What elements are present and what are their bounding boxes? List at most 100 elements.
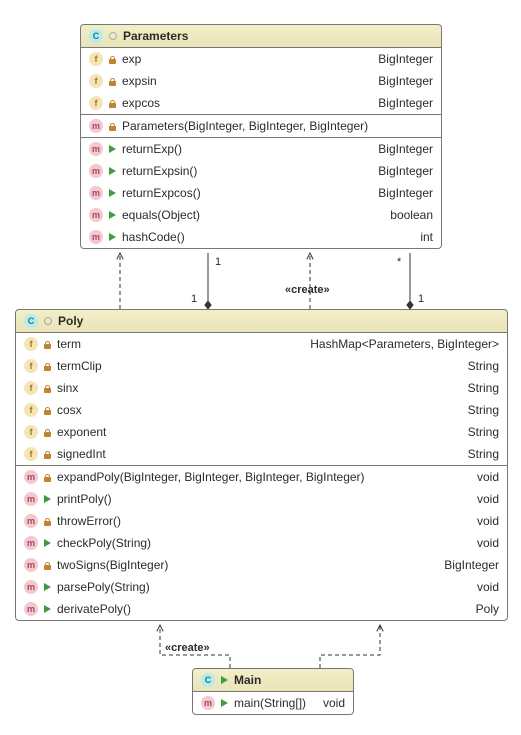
class-poly: C Poly f term HashMap<Parameters, BigInt… xyxy=(15,309,508,621)
public-icon xyxy=(44,495,51,503)
visibility-icon xyxy=(44,317,52,325)
method-row: m expandPoly(BigInteger, BigInteger, Big… xyxy=(16,466,507,488)
public-icon xyxy=(109,233,116,241)
field-row: f expcos BigInteger xyxy=(81,92,441,114)
class-header: C Parameters xyxy=(81,25,441,48)
private-icon xyxy=(44,363,51,370)
method-icon: m xyxy=(89,208,103,222)
dep-create-main-poly xyxy=(160,625,230,668)
constructor-row: m Parameters(BigInteger, BigInteger, Big… xyxy=(81,115,441,137)
field-type: BigInteger xyxy=(163,74,433,88)
class-parameters: C Parameters f exp BigInteger f expsin B… xyxy=(80,24,442,249)
method-sig: equals(Object) xyxy=(122,208,200,222)
method-ret: BigInteger xyxy=(188,142,433,156)
method-icon: m xyxy=(24,536,38,550)
method-icon: m xyxy=(89,142,103,156)
class-header: C Poly xyxy=(16,310,507,333)
private-icon xyxy=(44,518,51,525)
methods-section: m expandPoly(BigInteger, BigInteger, Big… xyxy=(16,466,507,620)
field-name: termClip xyxy=(57,359,102,373)
method-sig: checkPoly(String) xyxy=(57,536,151,550)
method-row: m returnExpcos() BigInteger xyxy=(81,182,441,204)
method-sig: main(String[]) xyxy=(234,696,306,710)
field-name: cosx xyxy=(57,403,82,417)
public-icon xyxy=(109,145,116,153)
class-icon: C xyxy=(201,673,215,687)
method-row: m derivatePoly() Poly xyxy=(16,598,507,620)
field-row: f term HashMap<Parameters, BigInteger> xyxy=(16,333,507,355)
method-row: m returnExpsin() BigInteger xyxy=(81,160,441,182)
methods-section: m main(String[]) void xyxy=(193,692,353,714)
method-icon: m xyxy=(24,470,38,484)
class-icon: C xyxy=(89,29,103,43)
method-ret: void xyxy=(157,536,499,550)
method-icon: m xyxy=(201,696,215,710)
class-main: C Main m main(String[]) void xyxy=(192,668,354,715)
method-ret: void xyxy=(156,580,499,594)
field-row: f signedInt String xyxy=(16,443,507,465)
method-sig: hashCode() xyxy=(122,230,185,244)
class-icon: C xyxy=(24,314,38,328)
field-name: sinx xyxy=(57,381,78,395)
public-icon xyxy=(44,539,51,547)
visibility-icon xyxy=(109,32,117,40)
method-row: m twoSigns(BigInteger) BigInteger xyxy=(16,554,507,576)
private-icon xyxy=(44,341,51,348)
field-type: String xyxy=(112,425,499,439)
method-sig: returnExpsin() xyxy=(122,164,197,178)
method-icon: m xyxy=(24,514,38,528)
private-icon xyxy=(44,474,51,481)
constructors-section: m Parameters(BigInteger, BigInteger, Big… xyxy=(81,115,441,138)
method-sig: returnExpcos() xyxy=(122,186,201,200)
method-ret: BigInteger xyxy=(207,186,433,200)
fields-section: f exp BigInteger f expsin BigInteger f e… xyxy=(81,48,441,115)
field-row: f sinx String xyxy=(16,377,507,399)
field-name: term xyxy=(57,337,81,351)
constructor-sig: Parameters(BigInteger, BigInteger, BigIn… xyxy=(122,119,368,133)
private-icon xyxy=(44,429,51,436)
method-row: m printPoly() void xyxy=(16,488,507,510)
method-sig: throwError() xyxy=(57,514,121,528)
method-ret: boolean xyxy=(206,208,433,222)
method-sig: expandPoly(BigInteger, BigInteger, BigIn… xyxy=(57,470,365,484)
method-icon: m xyxy=(89,164,103,178)
method-row: m equals(Object) boolean xyxy=(81,204,441,226)
field-row: f exp BigInteger xyxy=(81,48,441,70)
field-type: String xyxy=(112,447,499,461)
field-type: BigInteger xyxy=(166,96,433,110)
method-icon: m xyxy=(89,119,103,133)
method-sig: twoSigns(BigInteger) xyxy=(57,558,168,572)
private-icon xyxy=(109,78,116,85)
field-name: signedInt xyxy=(57,447,106,461)
method-ret: void xyxy=(127,514,499,528)
method-row: m returnExp() BigInteger xyxy=(81,138,441,160)
method-icon: m xyxy=(24,580,38,594)
public-icon xyxy=(109,189,116,197)
field-icon: f xyxy=(24,425,38,439)
method-sig: derivatePoly() xyxy=(57,602,131,616)
field-type: String xyxy=(88,403,499,417)
method-icon: m xyxy=(24,558,38,572)
field-type: BigInteger xyxy=(147,52,433,66)
field-name: expsin xyxy=(122,74,157,88)
private-icon xyxy=(109,56,116,63)
method-row: m checkPoly(String) void xyxy=(16,532,507,554)
public-icon xyxy=(221,699,228,707)
method-ret: void xyxy=(371,470,499,484)
field-icon: f xyxy=(89,96,103,110)
class-name: Poly xyxy=(58,314,83,328)
private-icon xyxy=(44,385,51,392)
method-ret: BigInteger xyxy=(174,558,499,572)
field-icon: f xyxy=(24,447,38,461)
method-ret: void xyxy=(312,696,345,710)
field-icon: f xyxy=(24,359,38,373)
class-name: Main xyxy=(234,673,261,687)
field-row: f cosx String xyxy=(16,399,507,421)
mult-label: * xyxy=(397,256,402,268)
methods-section: m returnExp() BigInteger m returnExpsin(… xyxy=(81,138,441,248)
field-name: expcos xyxy=(122,96,160,110)
create-label: «create» xyxy=(165,642,210,654)
field-icon: f xyxy=(24,403,38,417)
method-sig: parsePoly(String) xyxy=(57,580,150,594)
method-sig: printPoly() xyxy=(57,492,112,506)
